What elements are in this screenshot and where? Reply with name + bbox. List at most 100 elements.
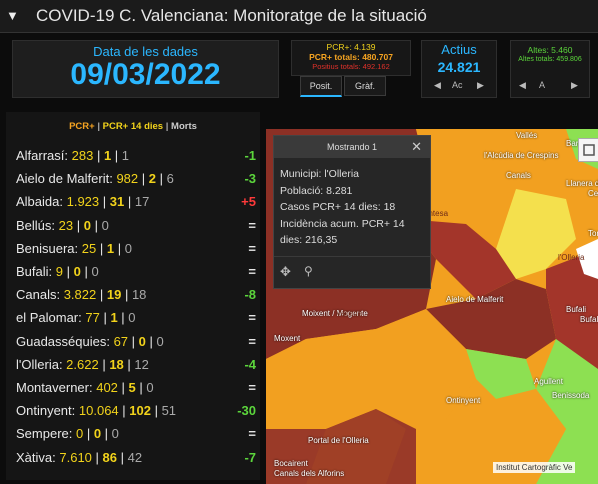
tab-graf[interactable]: Gràf. xyxy=(344,76,386,96)
actius-value: 24.821 xyxy=(437,59,481,75)
popup-municipi: Municipi: l'Olleria xyxy=(280,168,360,180)
map-place-label: Vallada xyxy=(336,309,363,318)
delta-value: = xyxy=(248,333,256,349)
map-place-label: Moxent xyxy=(274,334,301,343)
actius-next-icon[interactable]: ▶ xyxy=(477,80,484,91)
list-item-text: Benisuera: 25 | 1 | 0 xyxy=(16,240,132,256)
pcr14-value: 86 xyxy=(102,449,117,465)
close-icon[interactable]: ✕ xyxy=(411,139,422,155)
morts-value: 42 xyxy=(127,449,143,465)
altes-next-icon[interactable]: ▶ xyxy=(571,80,578,91)
pcr-value: 25 xyxy=(81,240,97,256)
date-panel: Data de les dades 09/03/2022 xyxy=(12,40,279,98)
pcr-value: 982 xyxy=(116,171,139,187)
popup-poblacio: Població: 8.281 xyxy=(280,184,353,197)
app-logo-icon: ▼ xyxy=(6,8,19,23)
popup-header: Mostrando 1 xyxy=(274,136,430,158)
popup-incidencia: Incidència acum. PCR+ 14 dies: 216,35 xyxy=(280,217,405,247)
pcr-value: 1.923 xyxy=(66,194,100,210)
delta-value: = xyxy=(248,380,256,395)
pcr-value: 7.610 xyxy=(59,449,92,465)
map-place-label: Canals dels Alforins xyxy=(274,469,345,478)
map-place-label: Canals xyxy=(506,171,531,180)
list-item-text: Bellús: 23 | 0 | 0 xyxy=(16,217,109,233)
municipality-name: Benisuera xyxy=(16,240,75,256)
altes-panel: Altes: 5.460 Altes totals: 459.806 ◀ A ▶ xyxy=(510,40,590,98)
tab-posit[interactable]: Posit. xyxy=(300,76,342,97)
morts-value: 0 xyxy=(156,333,164,349)
header-pcr14: PCR+ 14 dies xyxy=(102,121,164,132)
morts-value: 18 xyxy=(131,287,147,303)
pcr14-value: 0 xyxy=(83,217,91,233)
list-item[interactable]: Aielo de Malferit: 982 | 2 | 6 -3 xyxy=(12,168,258,190)
list-item[interactable]: Sempere: 0 | 0 | 0 = xyxy=(12,423,258,445)
list-item[interactable]: Ontinyent: 10.064 | 102 | 51 -30 xyxy=(12,400,258,422)
municipality-name: Montaverner xyxy=(16,380,89,395)
delta-value: -4 xyxy=(244,356,256,372)
list-item[interactable]: el Palomar: 77 | 1 | 0 = xyxy=(12,307,258,329)
actius-prev-label[interactable]: Ac xyxy=(452,80,463,90)
delta-value: = xyxy=(248,217,256,233)
pcr14-value: 18 xyxy=(109,356,124,372)
morts-value: 0 xyxy=(128,310,136,326)
morts-value: 0 xyxy=(91,264,99,279)
list-item[interactable]: Xàtiva: 7.610 | 86 | 42 -7 xyxy=(12,447,258,469)
actius-prev-icon[interactable]: ◀ xyxy=(434,80,441,91)
map-place-label: Torrella xyxy=(588,229,598,238)
pcr14-value: 1 xyxy=(110,310,118,326)
pan-icon[interactable]: ✥ xyxy=(280,264,291,280)
list-item[interactable]: Albaida: 1.923 | 31 | 17 +5 xyxy=(12,191,258,213)
list-item[interactable]: Canals: 3.822 | 19 | 18 -8 xyxy=(12,284,258,306)
list-item-text: Ontinyent: 10.064 | 102 | 51 xyxy=(16,403,177,419)
delta-value: -8 xyxy=(244,287,256,303)
municipality-name: el Palomar xyxy=(16,310,79,326)
municipality-name: Guadasséquies xyxy=(16,333,107,349)
municipality-name: l'Olleria xyxy=(16,356,59,372)
pcr-value: 2.622 xyxy=(66,356,99,372)
list-item[interactable]: l'Olleria: 2.622 | 18 | 12 -4 xyxy=(12,354,258,376)
altes-prev-label[interactable]: A xyxy=(539,80,545,90)
list-item-text: Canals: 3.822 | 19 | 18 xyxy=(16,287,147,303)
pcr14-value: 0 xyxy=(138,333,146,349)
list-item[interactable]: Bellús: 23 | 0 | 0 = xyxy=(12,215,258,237)
map-place-label: l'Alcúdia de Crespins xyxy=(484,151,559,160)
delta-value: = xyxy=(248,240,256,256)
map-place-label: Aielo de Malferit xyxy=(446,295,504,304)
list-item-text: Alfarrasí: 283 | 1 | 1 xyxy=(16,148,130,163)
pcr-value: 23 xyxy=(58,217,74,233)
list-item[interactable]: Guadasséquies: 67 | 0 | 0 = xyxy=(12,331,258,353)
list-item[interactable]: Benisuera: 25 | 1 | 0 = xyxy=(12,238,258,260)
municipality-name: Aielo de Malferit xyxy=(16,171,110,187)
list-item[interactable]: Alfarrasí: 283 | 1 | 1 -1 xyxy=(12,145,258,167)
pcr14-value: 102 xyxy=(129,403,151,419)
popup-casos: Casos PCR+ 14 dies: 18 xyxy=(280,201,396,213)
pcr14-value: 0 xyxy=(73,264,81,279)
list-item[interactable]: Montaverner: 402 | 5 | 0 = xyxy=(12,377,258,399)
map-expand-button[interactable] xyxy=(578,138,598,162)
list-header: PCR+ | PCR+ 14 dies | Morts xyxy=(69,121,197,132)
map-place-label: l'Olleria xyxy=(558,253,585,262)
list-item-text: Aielo de Malferit: 982 | 2 | 6 xyxy=(16,171,174,187)
morts-value: 0 xyxy=(146,380,154,395)
pcr-total: PCR+ totals: 480.707 xyxy=(309,51,393,62)
positius-total: Positius totals: 492.162 xyxy=(312,62,390,71)
map-place-label: Bufal... xyxy=(580,315,598,324)
map-place-label: Bufali xyxy=(566,305,587,314)
list-item[interactable]: Bufali: 9 | 0 | 0 = xyxy=(12,261,258,283)
popup-footer: ✥ ⚲ xyxy=(274,256,430,289)
morts-value: 0 xyxy=(101,217,109,233)
zoom-to-icon[interactable]: ⚲ xyxy=(304,264,313,278)
delta-value: +5 xyxy=(241,194,256,210)
map-place-label: Vallés xyxy=(516,131,538,140)
altes-count: Altes: 5.460 xyxy=(527,45,573,55)
municipality-list-panel: PCR+ | PCR+ 14 dies | Morts Alfarrasí: 2… xyxy=(6,112,260,480)
delta-value: -7 xyxy=(244,449,256,465)
altes-total: Altes totals: 459.806 xyxy=(518,56,582,63)
delta-value: = xyxy=(248,264,256,279)
altes-prev-icon[interactable]: ◀ xyxy=(519,80,526,91)
pcr-value: 3.822 xyxy=(63,287,97,303)
pcr14-value: 31 xyxy=(109,194,125,210)
actius-panel: Actius 24.821 ◀ Ac ▶ xyxy=(421,40,497,98)
list-item-text: Xàtiva: 7.610 | 86 | 42 xyxy=(16,449,143,465)
map-place-label: Benissoda xyxy=(552,391,590,400)
